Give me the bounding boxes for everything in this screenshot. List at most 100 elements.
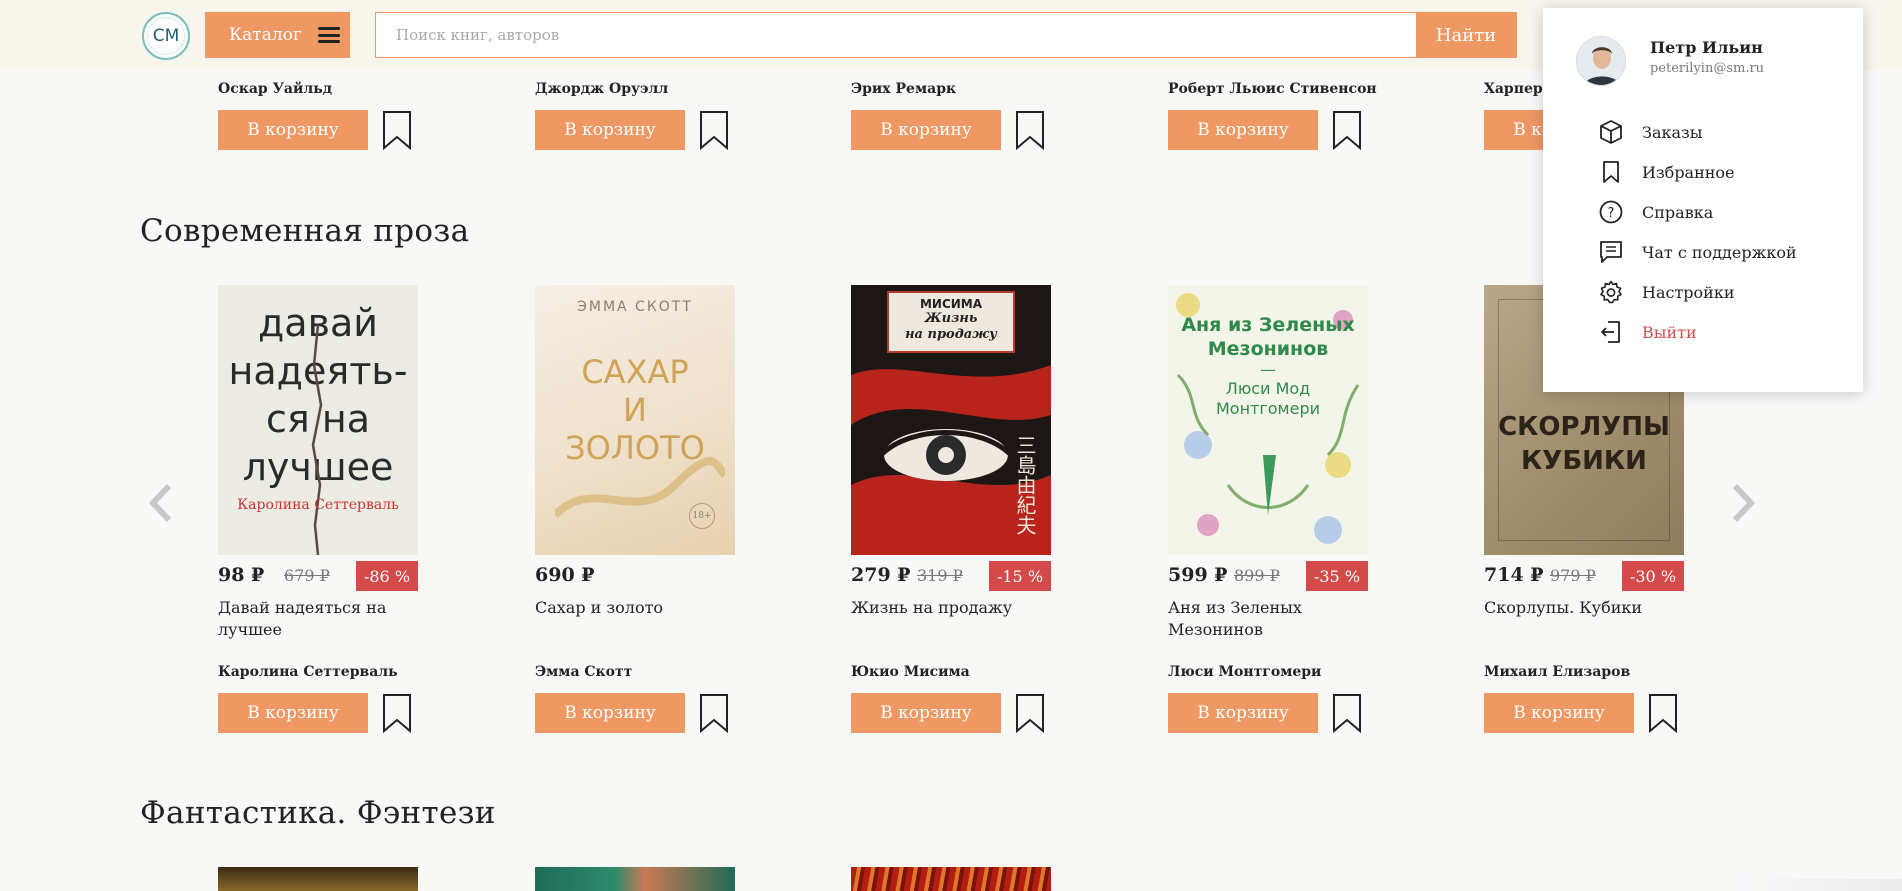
menu-item-label: Справка bbox=[1642, 202, 1714, 222]
menu-item-label: Настройки bbox=[1642, 282, 1735, 302]
discount-badge: -86 % bbox=[356, 561, 418, 591]
cover-crack bbox=[311, 325, 323, 555]
menu-item-label: Чат с поддержкой bbox=[1642, 242, 1797, 262]
section-title: Современная проза bbox=[140, 213, 470, 249]
book-cover[interactable] bbox=[535, 867, 735, 891]
cover-title-line: Жизнь bbox=[924, 311, 978, 326]
logo[interactable]: CM bbox=[142, 12, 190, 60]
cover-author: Каролина Сеттерваль bbox=[237, 497, 399, 513]
book-price: 690 ₽ bbox=[535, 564, 595, 586]
help-icon: ? bbox=[1599, 200, 1623, 224]
user-email: peterilyin@sm.ru bbox=[1650, 61, 1765, 76]
cover-title-line: И bbox=[623, 391, 647, 429]
cover-title-line: Монтгомери bbox=[1215, 399, 1321, 418]
bookmark-icon[interactable] bbox=[1015, 693, 1045, 733]
book-card: МИСИМА Жизнь на продажу 三島由紀夫 279 ₽ 319 … bbox=[851, 285, 1051, 593]
book-title[interactable]: Жизнь на продажу bbox=[851, 597, 1051, 619]
add-to-cart-button[interactable]: В корзину bbox=[535, 693, 685, 733]
carousel-prev-arrow[interactable] bbox=[145, 482, 177, 524]
carousel-next-arrow[interactable] bbox=[1727, 482, 1759, 524]
book-cover[interactable] bbox=[851, 867, 1051, 891]
book-old-price: 899 ₽ bbox=[1234, 566, 1280, 585]
book-card: Аня из Зеленых Мезонинов — Люси Мод Монт… bbox=[1168, 285, 1368, 593]
bookmark-icon[interactable] bbox=[382, 110, 412, 150]
catalog-label: Каталог bbox=[229, 25, 302, 45]
book-title[interactable]: Давай надеяться на лучшее bbox=[218, 597, 418, 641]
add-to-cart-button[interactable]: В корзину bbox=[1168, 693, 1318, 733]
cover-title-line: Люси Мод bbox=[1225, 379, 1311, 398]
add-to-cart-button[interactable]: В корзину bbox=[851, 693, 1001, 733]
book-price: 279 ₽ bbox=[851, 564, 911, 586]
bookmark-icon[interactable] bbox=[699, 110, 729, 150]
book-price: 599 ₽ bbox=[1168, 564, 1228, 586]
menu-item-label: Заказы bbox=[1642, 122, 1703, 142]
search-input[interactable] bbox=[376, 13, 1418, 57]
menu-item-label: Избранное bbox=[1642, 162, 1735, 182]
cover-title-line: СКОРЛУПЫ bbox=[1498, 412, 1670, 442]
book-author: Люси Монтгомери bbox=[1168, 664, 1322, 680]
book-old-price: 679 ₽ bbox=[284, 566, 330, 585]
add-to-cart-button[interactable]: В корзину bbox=[851, 110, 1001, 150]
cover-title-line: Аня из Зеленых bbox=[1181, 314, 1355, 336]
book-author: Эмма Скотт bbox=[535, 664, 633, 680]
age-rating-badge: 18+ bbox=[689, 503, 715, 529]
discount-badge: -30 % bbox=[1622, 561, 1684, 591]
book-author: Оскар Уайльд bbox=[218, 81, 333, 97]
menu-item-help[interactable]: ? Справка bbox=[1598, 197, 1713, 227]
catalog-button[interactable]: Каталог bbox=[205, 12, 350, 58]
book-card: ЭММА СКОТТ САХАР И ЗОЛОТО 18+ 690 ₽ bbox=[535, 285, 735, 593]
add-to-cart-button[interactable]: В корзину bbox=[218, 693, 368, 733]
book-author: Юкио Мисима bbox=[851, 664, 970, 680]
add-to-cart-button[interactable]: В корзину bbox=[1484, 693, 1634, 733]
add-to-cart-button[interactable]: В корзину bbox=[535, 110, 685, 150]
cover-title-line: КУБИКИ bbox=[1521, 446, 1647, 476]
cover-title-line: Мезонинов bbox=[1207, 338, 1329, 360]
bookmark-icon[interactable] bbox=[1332, 693, 1362, 733]
book-price: 714 ₽ bbox=[1484, 564, 1544, 586]
book-cover[interactable] bbox=[218, 867, 418, 891]
user-menu-dropdown: Петр Ильин peterilyin@sm.ru Заказы Избра… bbox=[1543, 8, 1863, 392]
search-bar: Найти bbox=[375, 12, 1517, 58]
discount-badge: -35 % bbox=[1306, 561, 1368, 591]
add-to-cart-button[interactable]: В корзину bbox=[1168, 110, 1318, 150]
book-price: 98 ₽ bbox=[218, 564, 265, 586]
box-icon bbox=[1600, 120, 1622, 144]
chat-icon bbox=[1600, 241, 1622, 263]
svg-text:?: ? bbox=[1608, 206, 1615, 221]
gear-icon bbox=[1600, 280, 1622, 304]
book-old-price: 979 ₽ bbox=[1550, 566, 1596, 585]
cover-title-line: на продажу bbox=[905, 327, 997, 342]
menu-item-label: Выйти bbox=[1642, 322, 1697, 342]
bookmark-icon[interactable] bbox=[1648, 693, 1678, 733]
menu-item-logout[interactable]: Выйти bbox=[1598, 317, 1697, 347]
corner-shadow bbox=[1722, 879, 1902, 891]
book-card: давай надеять- ся на лучшее Каролина Сет… bbox=[218, 285, 418, 593]
book-title[interactable]: Сахар и золото bbox=[535, 597, 735, 619]
bookmark-icon[interactable] bbox=[699, 693, 729, 733]
user-name: Петр Ильин bbox=[1650, 38, 1763, 57]
cover-kanji: 三島由紀夫 bbox=[1013, 435, 1037, 535]
cover-author: МИСИМА bbox=[919, 297, 983, 311]
bookmark-icon[interactable] bbox=[1015, 110, 1045, 150]
book-author: Джордж Оруэлл bbox=[535, 81, 669, 97]
cover-title-line: САХАР bbox=[581, 353, 689, 391]
book-title[interactable]: Аня из Зеленых Мезонинов bbox=[1168, 597, 1318, 641]
search-button[interactable]: Найти bbox=[1416, 13, 1516, 57]
book-cover[interactable]: Аня из Зеленых Мезонинов — Люси Мод Монт… bbox=[1168, 285, 1368, 555]
bookmark-icon[interactable] bbox=[1332, 110, 1362, 150]
menu-item-support-chat[interactable]: Чат с поддержкой bbox=[1598, 237, 1797, 267]
book-author: Эрих Ремарк bbox=[851, 81, 957, 97]
book-title[interactable]: Скорлупы. Кубики bbox=[1484, 597, 1684, 619]
logout-icon bbox=[1601, 321, 1620, 343]
bookmark-icon bbox=[1603, 161, 1619, 183]
menu-item-orders[interactable]: Заказы bbox=[1598, 117, 1703, 147]
add-to-cart-button[interactable]: В корзину bbox=[218, 110, 368, 150]
bookmark-icon[interactable] bbox=[382, 693, 412, 733]
book-cover[interactable]: ЭММА СКОТТ САХАР И ЗОЛОТО 18+ bbox=[535, 285, 735, 555]
book-author: Роберт Льюис Стивенсон bbox=[1168, 81, 1377, 97]
menu-item-settings[interactable]: Настройки bbox=[1598, 277, 1735, 307]
menu-item-favorites[interactable]: Избранное bbox=[1598, 157, 1735, 187]
book-cover[interactable]: давай надеять- ся на лучшее Каролина Сет… bbox=[218, 285, 418, 555]
avatar bbox=[1576, 36, 1626, 86]
book-cover[interactable]: МИСИМА Жизнь на продажу 三島由紀夫 bbox=[851, 285, 1051, 555]
